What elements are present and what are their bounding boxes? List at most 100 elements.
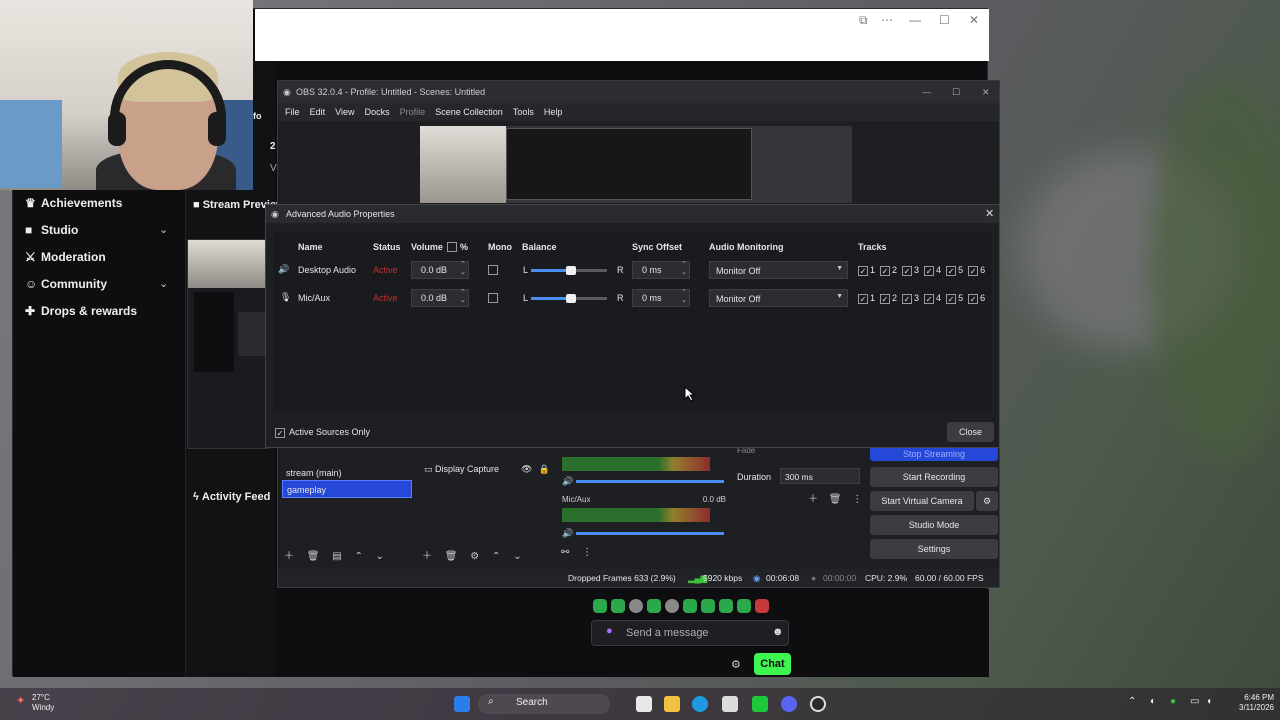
windows-start-icon[interactable]	[454, 696, 470, 712]
track-1[interactable]: 1	[858, 265, 875, 276]
checkbox[interactable]	[946, 294, 957, 304]
down-icon[interactable]: ⌄	[376, 551, 384, 562]
menu-edit[interactable]: Edit	[310, 103, 326, 121]
track-1[interactable]: 1	[858, 293, 875, 304]
percent-checkbox[interactable]	[447, 242, 457, 255]
settings-button[interactable]: Settings	[870, 539, 998, 559]
checkbox[interactable]	[946, 266, 957, 276]
volume-slider[interactable]: 🔊	[562, 527, 724, 539]
emote-icon[interactable]	[755, 599, 769, 613]
trash-icon[interactable]: 🗑	[307, 551, 320, 562]
emote-icon[interactable]	[593, 599, 607, 613]
emote-icon[interactable]	[611, 599, 625, 613]
track-3[interactable]: 3	[902, 265, 919, 276]
gear-icon[interactable]: ⚙	[470, 551, 479, 562]
scene-item-selected[interactable]: gameplay	[282, 480, 412, 498]
nav-studio[interactable]: ■ Studio	[25, 223, 78, 237]
menu-view[interactable]: View	[335, 103, 354, 121]
emote-icon[interactable]	[647, 599, 661, 613]
clock[interactable]: 6:46 PM 3/11/2026	[1222, 693, 1274, 713]
chevron-up-icon[interactable]: ⌃	[1128, 696, 1136, 707]
emote-icon[interactable]	[701, 599, 715, 613]
tray-icon[interactable]: ◐	[1150, 696, 1156, 707]
more-icon[interactable]: ⋯	[881, 13, 893, 27]
close-icon[interactable]: ✕	[982, 81, 990, 103]
speaker-icon[interactable]: 🔊	[562, 476, 573, 486]
checkbox[interactable]	[488, 265, 498, 275]
checkbox[interactable]	[902, 266, 913, 276]
network-icon[interactable]: ▭	[1190, 696, 1199, 707]
discord-icon[interactable]	[781, 696, 797, 712]
minimize-icon[interactable]: —	[922, 81, 931, 103]
obs-icon[interactable]	[810, 696, 826, 712]
track-2[interactable]: 2	[880, 265, 897, 276]
emote-icon[interactable]	[719, 599, 733, 613]
emote-icon[interactable]	[737, 599, 751, 613]
monitoring-dropdown[interactable]: Monitor Off ▼	[709, 261, 848, 279]
trash-icon[interactable]: 🗑	[445, 551, 458, 562]
store-icon[interactable]	[722, 696, 738, 712]
sync-offset-spinbox[interactable]: 0 ms ⌃ ⌄	[632, 289, 690, 307]
menu-profile[interactable]: Profile	[400, 103, 426, 121]
gear-icon[interactable]: ⚙	[731, 658, 741, 671]
lock-icon[interactable]: 🔒	[538, 464, 549, 474]
sync-offset-spinbox[interactable]: 0 ms ⌃ ⌄	[632, 261, 690, 279]
emote-icon[interactable]	[665, 599, 679, 613]
track-2[interactable]: 2	[880, 293, 897, 304]
maximize-icon[interactable]: ☐	[952, 81, 960, 103]
file-explorer-icon[interactable]	[664, 696, 680, 712]
monitoring-dropdown[interactable]: Monitor Off ▼	[709, 289, 848, 307]
chevron-down-icon[interactable]: ⌄	[159, 223, 168, 236]
close-icon[interactable]: ✕	[969, 13, 979, 27]
checkbox[interactable]	[447, 242, 457, 252]
spin-arrows-icon[interactable]: ⌃ ⌄	[681, 289, 687, 305]
link-icon[interactable]: ⚯	[561, 547, 569, 558]
add-icon[interactable]: ＋	[422, 551, 432, 562]
menu-docks[interactable]: Docks	[365, 103, 390, 121]
up-icon[interactable]: ⌃	[492, 551, 500, 562]
microphone-icon[interactable]: ●	[1170, 696, 1176, 707]
minimize-icon[interactable]: —	[909, 13, 921, 27]
more-icon[interactable]: ⋮	[582, 547, 592, 558]
close-icon[interactable]: ✕	[985, 207, 994, 220]
track-5[interactable]: 5	[946, 265, 963, 276]
emote-icon[interactable]	[683, 599, 697, 613]
task-view-icon[interactable]	[636, 696, 652, 712]
chat-message-input[interactable]: ● Send a message ☻	[591, 620, 789, 646]
checkbox[interactable]	[924, 266, 935, 276]
balance-handle[interactable]	[566, 266, 576, 275]
microphone-icon[interactable]: ●	[606, 625, 613, 637]
nav-community[interactable]: ☺ Community	[25, 277, 107, 291]
up-icon[interactable]: ⌃	[355, 551, 363, 562]
volume-spinbox[interactable]: 0.0 dB ⌃ ⌄	[411, 289, 469, 307]
maximize-icon[interactable]: ☐	[939, 13, 950, 27]
checkbox[interactable]	[902, 294, 913, 304]
checkbox[interactable]	[275, 428, 285, 438]
nav-moderation[interactable]: ⚔ Moderation	[25, 250, 106, 264]
nav-achievements[interactable]: ♛ Achievements	[25, 196, 122, 210]
close-button[interactable]: Close	[947, 422, 994, 442]
track-6[interactable]: 6	[968, 265, 985, 276]
stream-preview-video[interactable]	[187, 239, 269, 449]
weather-widget[interactable]: 27°C Windy	[32, 693, 54, 713]
checkbox[interactable]	[968, 294, 979, 304]
start-virtual-camera-button[interactable]: Start Virtual Camera	[870, 491, 974, 511]
filter-icon[interactable]: ▤	[332, 551, 341, 562]
emoji-icon[interactable]: ☻	[772, 626, 784, 638]
volume-spinbox[interactable]: 0.0 dB ⌃ ⌄	[411, 261, 469, 279]
split-view-icon[interactable]: ⧉	[859, 13, 868, 28]
obs-preview-canvas[interactable]	[420, 126, 852, 203]
menu-tools[interactable]: Tools	[513, 103, 534, 121]
balance-handle[interactable]	[566, 294, 576, 303]
checkbox[interactable]	[880, 294, 891, 304]
menu-help[interactable]: Help	[544, 103, 563, 121]
add-icon[interactable]: ＋	[284, 551, 294, 562]
track-3[interactable]: 3	[902, 293, 919, 304]
kick-icon[interactable]	[752, 696, 768, 712]
menu-scene-collection[interactable]: Scene Collection	[435, 103, 503, 121]
checkbox[interactable]	[880, 266, 891, 276]
track-4[interactable]: 4	[924, 293, 941, 304]
studio-mode-button[interactable]: Studio Mode	[870, 515, 998, 535]
mono-checkbox[interactable]	[488, 265, 498, 278]
more-icon[interactable]: ⋮	[852, 494, 862, 505]
